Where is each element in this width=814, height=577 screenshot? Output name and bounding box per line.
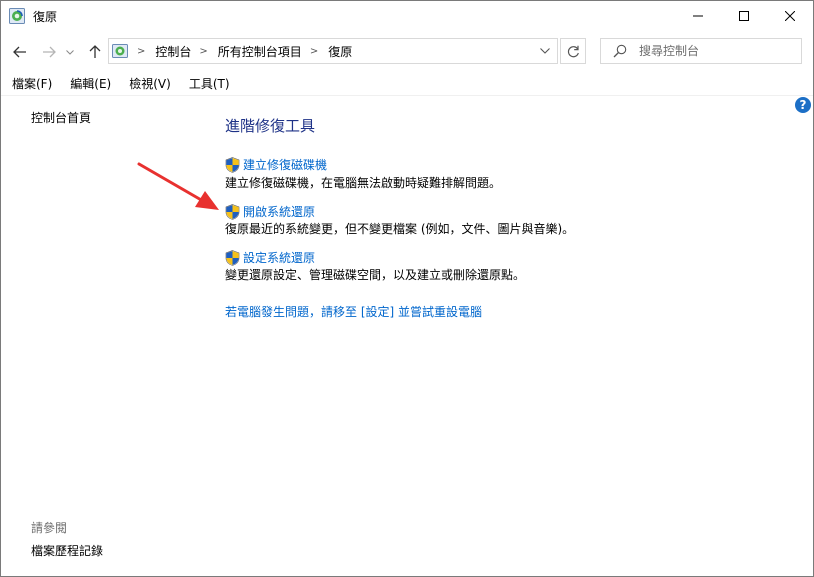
breadcrumb: > 控制台 > 所有控制台項目 > 復原 xyxy=(133,39,352,63)
uac-shield-icon xyxy=(225,203,240,220)
open-system-restore-label[interactable]: 開啟系統還原 xyxy=(243,203,315,220)
close-icon xyxy=(785,11,795,21)
breadcrumb-separator[interactable]: > xyxy=(310,46,318,57)
minimize-button[interactable] xyxy=(675,1,721,31)
back-button[interactable] xyxy=(10,41,30,63)
breadcrumb-item[interactable]: 所有控制台項目 xyxy=(218,43,302,60)
uac-shield-icon xyxy=(225,156,240,173)
address-dropdown-button[interactable] xyxy=(535,41,555,61)
search-box[interactable] xyxy=(600,38,802,64)
up-arrow-icon xyxy=(89,45,101,58)
control-panel-home-link[interactable]: 控制台首頁 xyxy=(31,109,91,126)
menu-file[interactable]: 檔案(F) xyxy=(1,74,59,94)
control-panel-icon xyxy=(112,44,128,58)
reset-pc-link[interactable]: 若電腦發生問題，請移至 [設定] 並嘗試重設電腦 xyxy=(225,303,482,320)
search-input[interactable] xyxy=(639,42,789,60)
maximize-icon xyxy=(739,11,749,21)
search-icon xyxy=(613,44,627,58)
menu-tools[interactable]: 工具(T) xyxy=(178,74,237,94)
see-also-label: 請參閱 xyxy=(31,521,68,535)
configure-system-restore-label[interactable]: 設定系統還原 xyxy=(243,249,315,266)
recovery-icon xyxy=(9,8,25,24)
page-title: 進階修復工具 xyxy=(225,117,316,135)
menu-view[interactable]: 檢視(V) xyxy=(118,74,178,94)
breadcrumb-item[interactable]: 復原 xyxy=(328,43,352,60)
file-history-link[interactable]: 檔案歷程記錄 xyxy=(31,542,103,559)
refresh-icon xyxy=(567,45,579,57)
address-bar[interactable]: > 控制台 > 所有控制台項目 > 復原 xyxy=(108,38,558,64)
forward-button[interactable] xyxy=(39,41,59,63)
chevron-down-icon xyxy=(540,48,550,54)
refresh-button[interactable] xyxy=(560,38,586,64)
maximize-button[interactable] xyxy=(721,1,767,31)
configure-system-restore-link[interactable]: 設定系統還原 xyxy=(225,249,315,266)
open-system-restore-link[interactable]: 開啟系統還原 xyxy=(225,203,315,220)
menu-edit[interactable]: 編輯(E) xyxy=(59,74,118,94)
configure-system-restore-description: 變更還原設定、管理磁碟空間，以及建立或刪除還原點。 xyxy=(225,268,526,282)
open-system-restore-description: 復原最近的系統變更，但不變更檔案 (例如，文件、圖片與音樂)。 xyxy=(225,222,575,236)
window-title: 復原 xyxy=(33,10,58,24)
minimize-icon xyxy=(693,15,703,17)
help-icon[interactable]: ? xyxy=(795,97,811,113)
menu-bar: 檔案(F) 編輯(E) 檢視(V) 工具(T) xyxy=(1,74,813,94)
forward-arrow-icon xyxy=(43,46,56,58)
breadcrumb-separator[interactable]: > xyxy=(199,46,207,57)
close-button[interactable] xyxy=(767,1,813,31)
breadcrumb-separator[interactable]: > xyxy=(137,46,145,57)
create-recovery-drive-link[interactable]: 建立修復磁碟機 xyxy=(225,156,327,173)
menu-divider xyxy=(1,95,813,96)
create-recovery-drive-label[interactable]: 建立修復磁碟機 xyxy=(243,156,327,173)
red-arrow-annotation xyxy=(137,162,219,210)
uac-shield-icon xyxy=(225,249,240,266)
title-bar[interactable]: 復原 xyxy=(1,1,813,31)
recent-locations-button[interactable] xyxy=(63,41,77,63)
recent-dropdown-icon xyxy=(66,49,74,55)
create-recovery-drive-description: 建立修復磁碟機，在電腦無法啟動時疑難排解問題。 xyxy=(225,176,502,190)
back-arrow-icon xyxy=(13,46,26,58)
breadcrumb-item[interactable]: 控制台 xyxy=(155,43,191,60)
up-button[interactable] xyxy=(85,41,105,63)
recovery-window: 復原 > 控制台 > 所有控制台項目 > 復原 搜尋控制台 檔案(F) 編輯(E… xyxy=(0,0,814,577)
